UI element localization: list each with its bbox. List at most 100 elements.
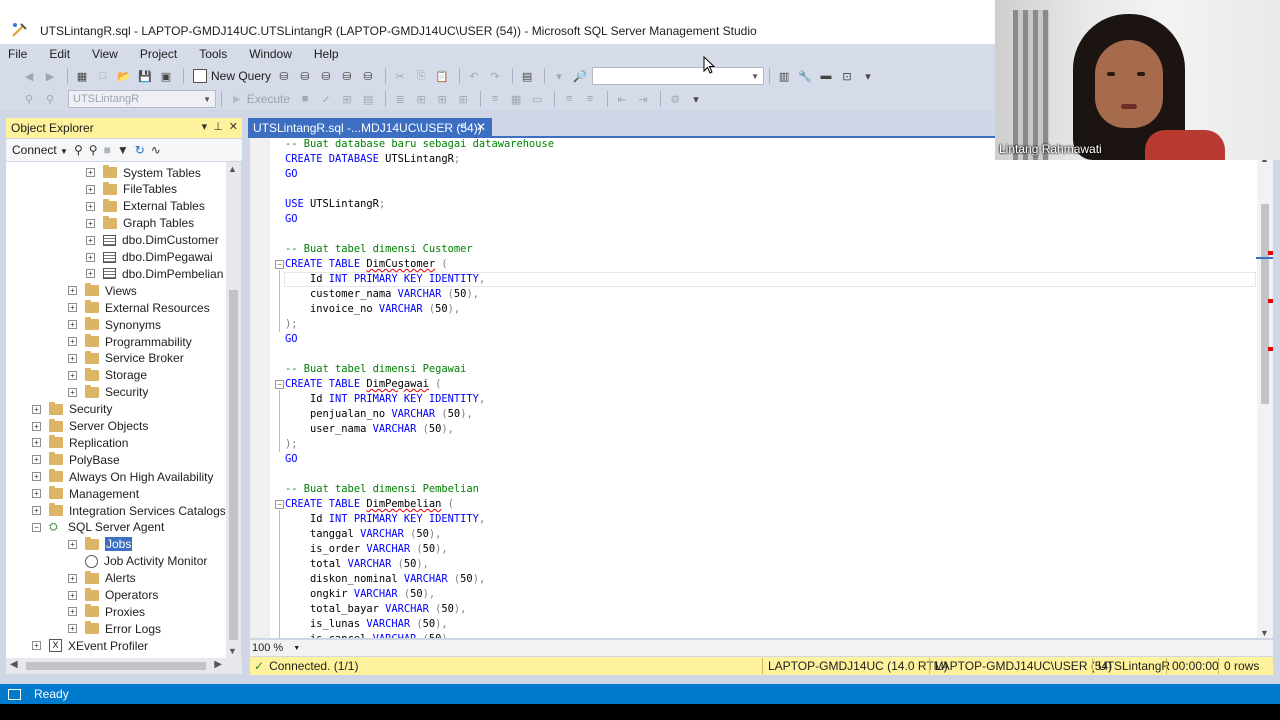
expand-icon[interactable]: + <box>32 404 41 414</box>
close-icon[interactable]: ✕ <box>476 120 486 134</box>
scrollbar-thumb[interactable] <box>229 290 238 640</box>
tree-node[interactable]: + Synonyms <box>68 316 161 333</box>
tree-node[interactable]: + Programmability <box>68 333 192 350</box>
analysis-xmla-query-icon[interactable]: ⛁ <box>338 67 356 85</box>
expand-icon[interactable]: + <box>68 320 77 330</box>
expand-icon[interactable]: + <box>86 218 95 228</box>
stop-icon[interactable]: ■ <box>104 143 111 157</box>
editor-vertical-scrollbar[interactable]: ▲ ▼ <box>1257 154 1273 638</box>
toolbar-options-icon[interactable]: ▾ <box>687 90 705 108</box>
scroll-down-icon[interactable]: ▼ <box>228 646 237 656</box>
expand-icon[interactable]: + <box>68 573 77 583</box>
new-file-icon[interactable]: □ <box>94 67 112 85</box>
query-designer-icon[interactable]: ▤ <box>359 90 377 108</box>
refresh-icon[interactable]: ↻ <box>135 143 145 157</box>
expand-icon[interactable]: + <box>86 269 95 279</box>
tree-node[interactable]: + Security <box>32 401 112 418</box>
display-plan-icon[interactable]: ⊞ <box>338 90 356 108</box>
menu-help[interactable]: Help <box>314 47 339 61</box>
tree-node[interactable]: + System Tables <box>86 164 201 181</box>
scroll-left-icon[interactable]: ◀ <box>10 659 18 670</box>
tree-node[interactable]: + FileTables <box>86 181 177 198</box>
scroll-up-icon[interactable]: ▲ <box>228 164 237 174</box>
window-position-icon[interactable]: ▾ <box>202 120 208 133</box>
tree-node[interactable]: + Service Broker <box>68 350 184 367</box>
output-window-icon[interactable]: ⊡ <box>838 67 856 85</box>
back-icon[interactable]: ◀ <box>20 67 38 85</box>
connect-dropdown[interactable]: Connect ▼ <box>12 143 68 157</box>
activity-icon[interactable]: ∿ <box>151 143 161 157</box>
open-file-icon[interactable]: 📂 <box>115 67 133 85</box>
expand-icon[interactable]: + <box>86 168 95 177</box>
menu-window[interactable]: Window <box>249 47 292 61</box>
results-text-icon[interactable]: ≡ <box>486 90 504 108</box>
scrollbar-thumb[interactable] <box>1261 204 1269 404</box>
uncomment-icon[interactable]: ≡ <box>581 90 599 108</box>
new-project-icon[interactable]: ▦ <box>73 67 91 85</box>
expand-icon[interactable]: + <box>68 624 77 634</box>
expand-icon[interactable]: + <box>68 370 77 380</box>
collapse-region-icon[interactable]: − <box>275 500 284 509</box>
expand-icon[interactable]: + <box>32 455 41 465</box>
toolbox-icon[interactable]: ▬ <box>817 67 835 85</box>
database-engine-query-icon[interactable]: ⛁ <box>275 67 293 85</box>
increase-indent-icon[interactable]: ⇥ <box>634 90 652 108</box>
scrollbar-thumb[interactable] <box>26 662 206 670</box>
tree-node[interactable]: + Storage <box>68 367 147 384</box>
filter-icon[interactable]: ▼ <box>117 143 129 157</box>
comment-out-icon[interactable]: ≡ <box>560 90 578 108</box>
tree-node[interactable]: + dbo.DimPembelian <box>86 265 223 282</box>
results-grid-icon[interactable]: ▦ <box>507 90 525 108</box>
expand-icon[interactable]: + <box>32 489 41 499</box>
tree-node[interactable]: + Proxies <box>68 603 145 620</box>
tree-node[interactable]: Job Activity Monitor <box>68 553 207 570</box>
tree-node[interactable]: + External Tables <box>86 198 205 215</box>
tree-node[interactable]: + X XEvent Profiler <box>32 637 148 654</box>
menu-file[interactable]: File <box>8 47 27 61</box>
object-explorer-vertical-scrollbar[interactable]: ▲ ▼ <box>226 162 241 658</box>
expand-icon[interactable]: + <box>32 472 41 482</box>
find-combo[interactable]: ▼ <box>592 67 765 85</box>
parse-icon[interactable]: ✓ <box>317 90 335 108</box>
tree-node[interactable]: + Management <box>32 485 139 502</box>
collapse-region-icon[interactable]: − <box>275 260 284 269</box>
tree-node[interactable]: + Operators <box>68 587 158 604</box>
sql-editor[interactable]: -- Buat database baru sebagai datawareho… <box>250 138 1257 638</box>
find-icon[interactable]: 🔎 <box>571 67 589 85</box>
error-marker[interactable] <box>1268 347 1273 351</box>
expand-icon[interactable]: + <box>86 201 95 211</box>
expand-icon[interactable]: + <box>68 607 77 617</box>
expand-icon[interactable]: + <box>68 286 77 296</box>
tree-node[interactable]: + Graph Tables <box>86 215 194 232</box>
tree-node[interactable]: + Jobs <box>68 536 133 553</box>
live-stats-icon[interactable]: ⊞ <box>433 90 451 108</box>
tree-node[interactable]: + dbo.DimCustomer <box>86 232 219 249</box>
menu-tools[interactable]: Tools <box>199 47 227 61</box>
activity-monitor-icon[interactable]: ▤ <box>518 67 536 85</box>
tree-node[interactable]: + Replication <box>32 434 128 451</box>
paste-icon[interactable]: 📋 <box>433 67 451 85</box>
properties-icon[interactable]: 🔧 <box>796 67 814 85</box>
specify-values-icon[interactable]: ⚙ <box>666 90 684 108</box>
solution-explorer-icon[interactable]: ▥ <box>775 67 793 85</box>
save-all-icon[interactable]: ▣ <box>157 67 175 85</box>
pin-icon[interactable]: ⊥ <box>213 120 223 133</box>
dropdown-arrow-icon[interactable]: ▾ <box>550 67 568 85</box>
object-explorer-horizontal-scrollbar[interactable]: ◀ ▶ <box>6 658 242 674</box>
connect-icon[interactable]: ⚲ <box>20 90 38 108</box>
tree-node[interactable]: + External Resources <box>68 299 210 316</box>
close-icon[interactable]: ✕ <box>229 120 238 133</box>
error-marker[interactable] <box>1268 299 1273 303</box>
client-stats-icon[interactable]: ⊞ <box>454 90 472 108</box>
scroll-right-icon[interactable]: ▶ <box>214 659 222 670</box>
expand-icon[interactable]: + <box>86 184 95 194</box>
expand-icon[interactable]: + <box>32 641 41 651</box>
decrease-indent-icon[interactable]: ⇤ <box>613 90 631 108</box>
redo-icon[interactable]: ↷ <box>486 67 504 85</box>
cut-icon[interactable]: ✂ <box>391 67 409 85</box>
results-file-icon[interactable]: ▭ <box>528 90 546 108</box>
forward-icon[interactable]: ▶ <box>41 67 59 85</box>
error-marker[interactable] <box>1268 251 1273 255</box>
collapse-icon[interactable]: − <box>32 522 41 532</box>
undo-icon[interactable]: ↶ <box>465 67 483 85</box>
